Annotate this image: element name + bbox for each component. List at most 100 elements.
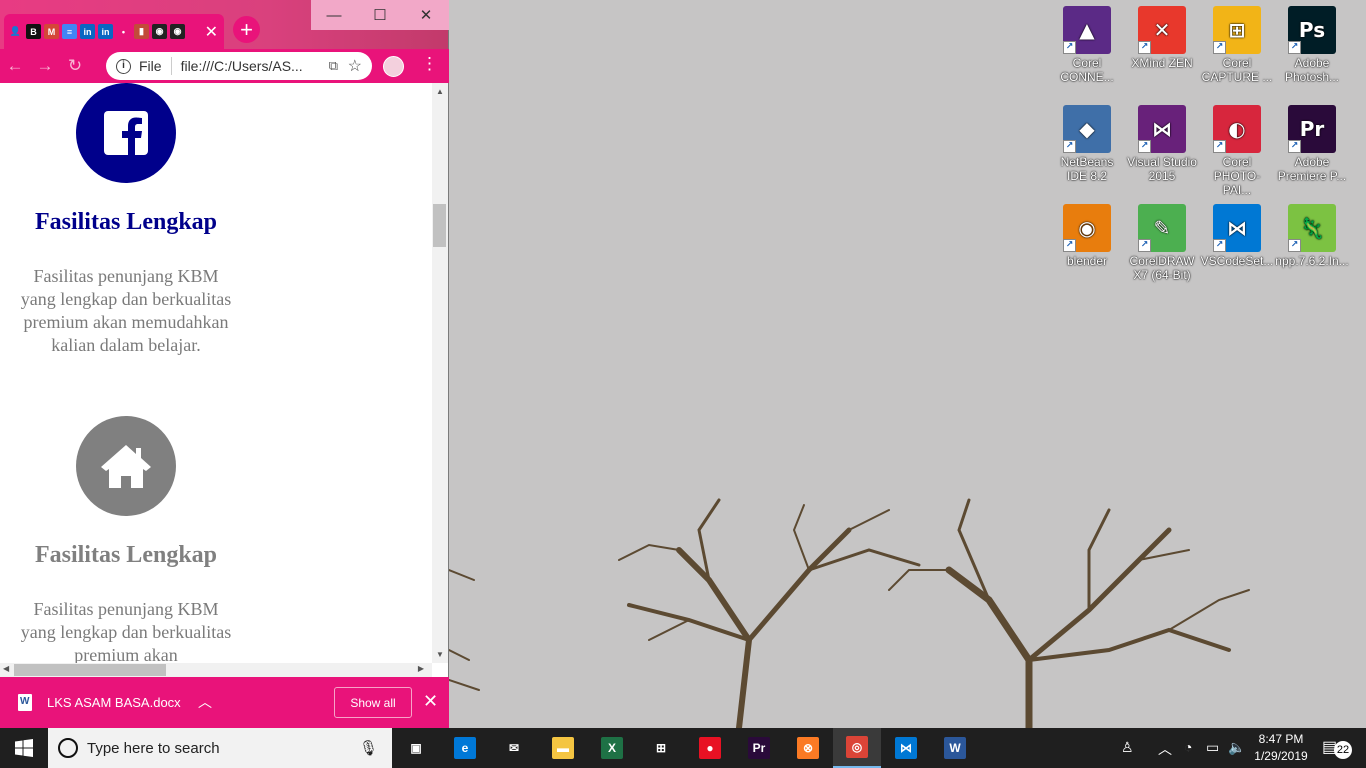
show-all-button[interactable]: Show all [334,687,412,718]
browser-tab[interactable]: 👤 B M ≡ in in • ▮ ◉ ◉ ✕ [4,14,224,49]
shortcut-arrow-icon: ↗ [1288,140,1301,153]
desktop-shortcut-label: VSCodeSet... [1200,254,1274,268]
desktop-shortcut-blender[interactable]: ◉ ↗ blender [1050,198,1124,268]
contact-tab-icon: 👤 [8,24,23,39]
reload-button[interactable]: ↻ [60,56,90,76]
maximize-button[interactable]: ☐ [357,0,403,30]
shortcut-arrow-icon: ↗ [1138,239,1151,252]
download-item[interactable]: LKS ASAM BASA.docx [18,694,181,711]
desktop-shortcut-label: Corel PHOTO-PAI... [1213,155,1261,197]
taskbar-chrome[interactable]: ◎ [833,728,881,768]
cortana-icon[interactable] [58,738,78,758]
home-icon[interactable] [76,416,176,516]
wifi-icon[interactable]: ◔ [1184,739,1192,755]
taskbar-edge[interactable]: e [441,728,489,768]
minimize-button[interactable]: — [311,0,357,30]
desktop-shortcut-xmind-zen[interactable]: ✕ ↗ XMind ZEN [1125,0,1199,70]
linkedin-tab-icon-2: in [98,24,113,39]
feature-description: Fasilitas penunjang KBM yang lengkap dan… [20,266,232,355]
taskbar-vs-code[interactable]: ⋈ [882,728,930,768]
desktop-shortcut-npp-installer[interactable]: 🦎 ↗ npp.7.6.2.In... [1275,198,1349,268]
vscode-setup-icon: ⋈ ↗ [1213,204,1261,252]
taskbar-store[interactable]: ⊞ [637,728,685,768]
tab-close-icon[interactable]: ✕ [205,22,218,42]
taskbar-file-explorer[interactable]: ▬ [539,728,587,768]
forward-button[interactable]: → [30,56,60,76]
taskbar-xampp[interactable]: ⊗ [784,728,832,768]
omnibox-divider [170,57,172,75]
close-window-button[interactable]: ✕ [403,0,449,30]
edge-icon: e [454,737,476,759]
pink-tab-icon: • [116,24,131,39]
taskbar-excel[interactable]: X [588,728,636,768]
clock[interactable]: 8:47 PM 1/29/2019 [1248,731,1314,765]
desktop-shortcut-label: Visual Studio 2015 [1127,155,1197,183]
action-center-button[interactable]: ▤ 22 [1322,737,1352,759]
desktop-shortcut-coreldraw[interactable]: ✎ ↗ CorelDRAW X7 (64-Bit) [1125,198,1199,282]
hscroll-thumb[interactable] [14,664,166,676]
chevron-up-icon[interactable]: ︿ [198,692,212,712]
desktop-shortcut-netbeans[interactable]: ◆ ↗ NetBeans IDE 8.2 [1050,99,1124,183]
desktop-shortcut-adobe-photoshop[interactable]: Ps ↗ Adobe Photosh... [1275,0,1349,84]
taskbar-search-box[interactable]: Type here to search 🎙 [48,728,392,768]
back-button[interactable]: ← [0,56,30,76]
linkedin-tab-icon: in [80,24,95,39]
scroll-up-icon[interactable]: ▲ [436,87,444,96]
windows-logo-icon [15,739,33,757]
taskbar-recorder[interactable]: ● [686,728,734,768]
npp-installer-icon: 🦎 ↗ [1288,204,1336,252]
scroll-down-icon[interactable]: ▼ [436,650,444,659]
taskbar-mail[interactable]: ✉ [490,728,538,768]
new-tab-button[interactable]: + [233,16,260,43]
scroll-left-icon[interactable]: ◀ [3,664,9,673]
feature-description: Fasilitas penunjang KBM yang lengkap dan… [20,599,232,663]
desktop-shortcut-visual-studio-2015[interactable]: ⋈ ↗ Visual Studio 2015 [1125,99,1199,183]
desktop-shortcut-adobe-premiere[interactable]: Pr ↗ Adobe Premiere P... [1275,99,1349,183]
vertical-scrollbar[interactable]: ▲ ▼ [432,83,448,663]
start-button[interactable] [0,728,48,768]
github-tab-icon-2: ◉ [170,24,185,39]
close-download-bar-icon[interactable]: ✕ [423,691,438,712]
feature-card: Fasilitas Lengkap Fasilitas penunjang KB… [0,416,252,663]
browser-menu-icon[interactable]: ⋮ [421,54,438,74]
excel-icon: X [601,737,623,759]
feature-card: Fasilitas Lengkap Fasilitas penunjang KB… [0,83,252,357]
vs-code-icon: ⋈ [895,737,917,759]
premiere-icon: Pr [748,737,770,759]
blender-icon: ◉ ↗ [1063,204,1111,252]
desktop-shortcut-vscode-setup[interactable]: ⋈ ↗ VSCodeSet... [1200,198,1274,268]
url-text[interactable]: file:///C:/Users/AS... [181,58,303,74]
desktop-shortcut-label: CorelDRAW X7 (64-Bit) [1129,254,1195,282]
taskbar-task-view[interactable]: ▣ [392,728,440,768]
scroll-right-icon[interactable]: ▶ [418,664,424,673]
volume-icon[interactable]: 🔈 [1228,739,1245,756]
notification-count: 22 [1334,741,1352,759]
desktop-shortcut-label: npp.7.6.2.In... [1275,254,1349,268]
address-bar[interactable]: i File file:///C:/Users/AS... ⧉ ☆ [106,52,372,80]
info-icon[interactable]: i [116,58,131,74]
feature-title: Fasilitas Lengkap [34,542,218,568]
github-tab-icon: ◉ [152,24,167,39]
battery-icon[interactable]: ▭ [1206,739,1219,756]
recorder-icon: ● [699,737,721,759]
horizontal-scrollbar[interactable]: ◀ ▶ [0,663,432,677]
taskbar: Type here to search 🎙 ▣ e ✉ ▬ X ⊞ ● Pr ⊗ ◎ ⋈ W ♙ ︿ … [0,728,1366,768]
corel-connect-icon: ▲ ↗ [1063,6,1111,54]
facebook-icon[interactable] [76,83,176,183]
profile-avatar[interactable] [383,56,404,77]
task-view-icon: ▣ [410,741,422,755]
chevron-up-icon[interactable]: ︿ [1158,739,1172,759]
desktop-shortcut-corel-photo-paint[interactable]: ◐ ↗ Corel PHOTO-PAI... [1200,99,1274,197]
office-tab-icon: ▮ [134,24,149,39]
people-icon[interactable]: ♙ [1121,739,1134,756]
taskbar-premiere[interactable]: Pr [735,728,783,768]
desktop-shortcut-corel-connect[interactable]: ▲ ↗ Corel CONNE... [1050,0,1124,84]
browser-toolbar: ← → ↻ i File file:///C:/Users/AS... ⧉ ☆ … [0,49,449,83]
title-bar: 👤 B M ≡ in in • ▮ ◉ ◉ ✕ + — ☐ ✕ [0,0,449,49]
bookmark-star-icon[interactable]: ☆ [348,56,362,76]
microphone-icon[interactable]: 🎙 [359,739,378,757]
desktop-shortcut-corel-capture[interactable]: ⊞ ↗ Corel CAPTURE ... [1200,0,1274,84]
taskbar-word[interactable]: W [931,728,979,768]
scroll-thumb[interactable] [433,204,446,247]
translate-icon[interactable]: ⧉ [329,58,338,74]
